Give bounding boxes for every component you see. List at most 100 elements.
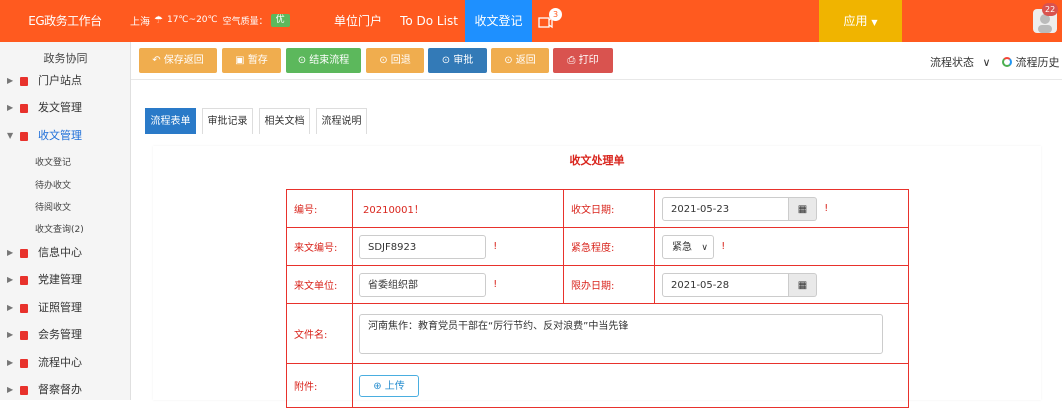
doc-no-input[interactable]: SDJF8923 <box>359 234 486 259</box>
sidebar-subitem-query[interactable]: 收文查询(2) <box>35 222 84 235</box>
calendar-icon[interactable]: ▦ <box>789 272 817 297</box>
undo-icon: ↶ <box>152 55 164 66</box>
back-icon: ⊙ <box>379 55 391 66</box>
document-icon <box>20 104 28 113</box>
avatar[interactable]: 22 <box>1033 3 1059 33</box>
notification-badge: 22 <box>1042 3 1059 16</box>
apps-dropdown[interactable]: 应用 ▼ <box>819 0 902 42</box>
required-mark: ! <box>493 279 498 290</box>
sidebar-item-dispatch[interactable]: ▶ 发文管理 <box>0 95 131 121</box>
apps-label: 应用 <box>843 14 868 28</box>
nav-receive-register[interactable]: 收文登记 <box>465 0 532 42</box>
receive-date-picker: 2021-05-23 ▦ <box>662 196 817 221</box>
unit-input[interactable]: 省委组织部 <box>359 272 486 297</box>
number-value: 20210001！ <box>352 189 564 228</box>
deadline-picker: 2021-05-28 ▦ <box>662 272 817 297</box>
nav-todo-list[interactable]: To Do List <box>393 0 465 42</box>
print-icon: ⎙ <box>567 55 579 66</box>
chevron-right-icon: ▶ <box>7 103 14 112</box>
sidebar-title: 政务协同 <box>43 52 88 65</box>
print-button[interactable]: ⎙ 打印 <box>553 48 613 73</box>
chevron-right-icon: ▶ <box>7 248 14 257</box>
unit-cell: 省委组织部 ! <box>352 265 564 304</box>
sidebar-subitem-toread[interactable]: 待阅收文 <box>35 200 71 213</box>
sidebar-subitem-register[interactable]: 收文登记 <box>35 155 71 168</box>
main-content: ↶ 保存返回 ▣ 暂存 ⊙ 结束流程 ⊙ 回退 ⊙ 审批 ⊙ 返回 ⎙ 打印 流… <box>131 42 1062 408</box>
sidebar-item-info[interactable]: ▶ 信息中心 <box>0 240 131 266</box>
urgency-label: 紧急程度: <box>563 227 655 266</box>
nav-unit-portal[interactable]: 单位门户 <box>323 0 393 42</box>
required-mark: ! <box>721 241 726 252</box>
approve-button[interactable]: ⊙ 审批 <box>428 48 487 73</box>
end-flow-button[interactable]: ⊙ 结束流程 <box>286 48 361 73</box>
form-title: 收文处理单 <box>569 154 625 167</box>
save-return-button[interactable]: ↶ 保存返回 <box>139 48 217 73</box>
history-icon <box>1002 57 1012 67</box>
sidebar: 政务协同 ▶ 门户站点 ▶ 发文管理 ▼ 收文管理 收文登记 待办收文 待阅收文 收文… <box>0 42 131 400</box>
filename-textarea[interactable]: 河南焦作：教育党员干部在“厉行节约、反对浪费”中当先锋 <box>359 313 883 354</box>
portal-icon <box>20 77 28 86</box>
tab-approval-record[interactable]: 审批记录 <box>202 108 253 134</box>
deadline-input[interactable]: 2021-05-28 <box>662 272 789 297</box>
document-icon <box>20 132 28 141</box>
weather-city: 上海 <box>130 16 150 28</box>
tab-flow-description[interactable]: 流程说明 <box>316 108 367 134</box>
return-button[interactable]: ⊙ 返回 <box>491 48 549 73</box>
receive-date-input[interactable]: 2021-05-23 <box>662 196 789 221</box>
check-circle-icon: ⊙ <box>441 55 454 66</box>
filename-cell: 河南焦作：教育党员干部在“厉行节约、反对浪费”中当先锋 <box>352 303 909 364</box>
chevron-down-icon: ▼ <box>7 131 14 140</box>
chevron-right-icon: ▶ <box>7 303 14 312</box>
doc-no-cell: SDJF8923 ! <box>352 227 564 266</box>
flow-history-link[interactable]: 流程历史 <box>1002 54 1060 70</box>
tab-related-docs[interactable]: 相关文档 <box>259 108 310 134</box>
return-icon: ⊙ <box>504 55 516 66</box>
sidebar-item-party[interactable]: ▶ 党建管理 <box>0 267 131 293</box>
chevron-down-icon: ∨ <box>701 242 708 253</box>
chevron-right-icon: ▶ <box>7 385 14 394</box>
sidebar-item-label: 发文管理 <box>38 101 82 114</box>
sidebar-item-supervision[interactable]: ▶ 督察督办 <box>0 377 131 403</box>
sidebar-item-label: 证照管理 <box>38 301 82 314</box>
sidebar-item-license[interactable]: ▶ 证照管理 <box>0 295 131 321</box>
weather-widget: 上海 ☂ 17℃~20℃ 空气质量： 优 <box>130 12 290 28</box>
urgency-select[interactable]: 紧急 ∨ <box>662 234 714 259</box>
meeting-icon <box>20 331 28 340</box>
deadline-label: 限办日期: <box>563 265 655 304</box>
messages-count-badge: 3 <box>549 8 562 21</box>
tab-flow-form[interactable]: 流程表单 <box>145 108 196 134</box>
sidebar-item-receive[interactable]: ▼ 收文管理 <box>0 123 131 149</box>
chevron-right-icon: ▶ <box>7 76 14 85</box>
rollback-button[interactable]: ⊙ 回退 <box>366 48 424 73</box>
calendar-icon[interactable]: ▦ <box>789 196 817 221</box>
sidebar-item-label: 流程中心 <box>38 356 82 369</box>
button-label: 打印 <box>578 55 599 66</box>
doc-no-label: 来文编号: <box>286 227 353 266</box>
flow-status-dropdown[interactable]: 流程状态 ∨ <box>930 54 991 70</box>
check-circle-icon: ⊙ <box>297 55 310 66</box>
required-mark: ! <box>824 203 829 214</box>
sidebar-item-portal[interactable]: ▶ 门户站点 <box>0 68 131 94</box>
weather-temp: 17℃~20℃ <box>166 15 218 25</box>
receive-form-table: 编号: 20210001！ 收文日期: 2021-05-23 ▦ ! 来文编号:… <box>286 189 909 408</box>
chevron-right-icon: ▶ <box>7 358 14 367</box>
sidebar-subitem-pending[interactable]: 待办收文 <box>35 178 71 191</box>
chevron-down-icon: ∨ <box>982 56 991 69</box>
sidebar-item-label: 会务管理 <box>38 328 82 341</box>
save-icon: ▣ <box>235 55 248 66</box>
button-label: 回退 <box>390 55 411 66</box>
sidebar-item-label: 党建管理 <box>38 273 82 286</box>
number-label: 编号: <box>286 189 353 228</box>
urgency-cell: 紧急 ∨ ! <box>654 227 909 266</box>
upload-button[interactable]: ⊕ 上传 <box>359 374 419 397</box>
info-icon <box>20 249 28 258</box>
button-label: 返回 <box>515 55 536 66</box>
sidebar-item-meeting[interactable]: ▶ 会务管理 <box>0 322 131 348</box>
required-mark: ! <box>493 241 498 252</box>
receive-date-cell: 2021-05-23 ▦ ! <box>654 189 909 228</box>
flag-icon <box>20 276 28 285</box>
sidebar-item-workflow[interactable]: ▶ 流程中心 <box>0 350 131 376</box>
app-brand[interactable]: EG政务工作台 <box>0 0 130 42</box>
draft-save-button[interactable]: ▣ 暂存 <box>222 48 281 73</box>
messages-button[interactable]: 3 <box>536 8 562 32</box>
